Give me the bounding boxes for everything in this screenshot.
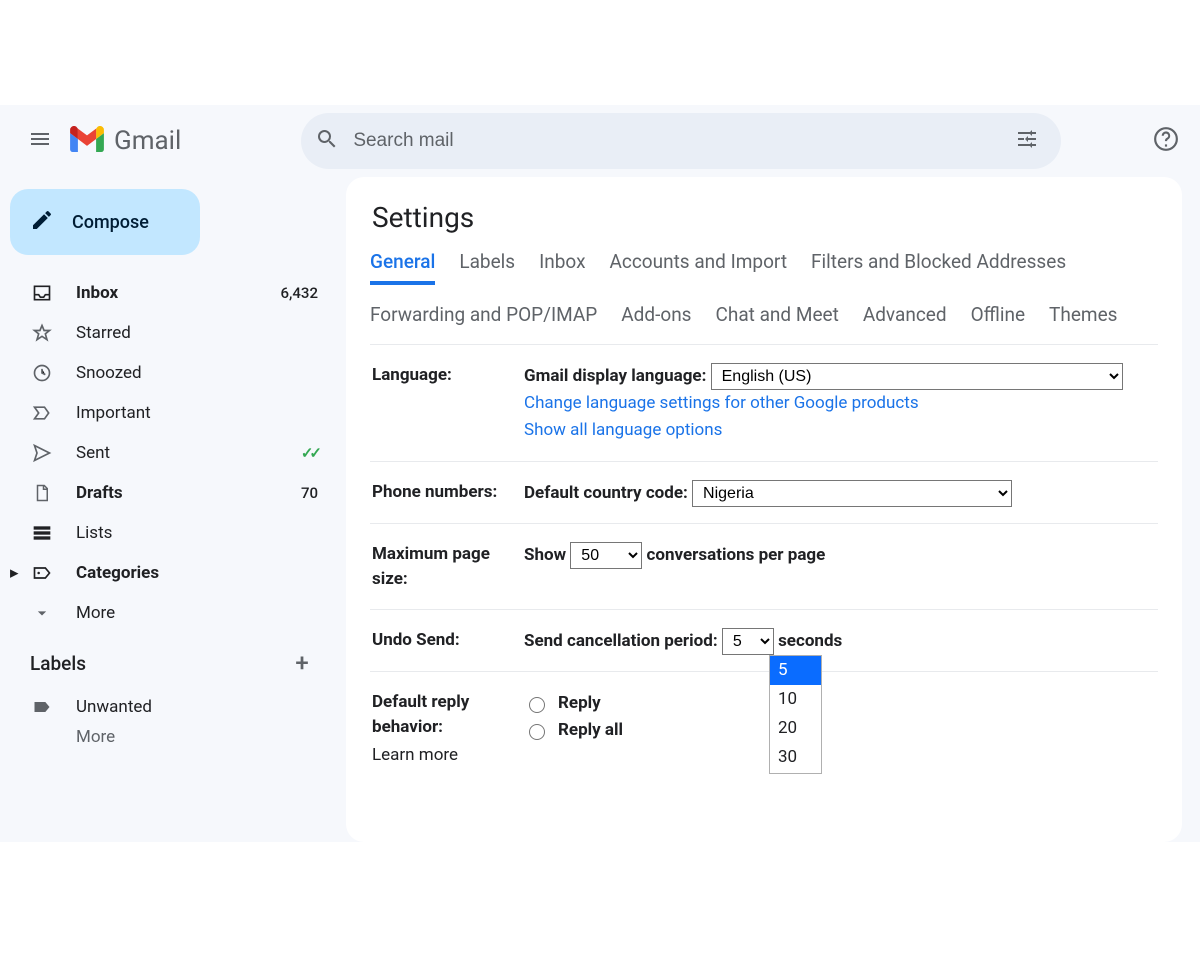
tune-icon: [1015, 127, 1039, 155]
row-label: Undo Send:: [372, 628, 524, 655]
gmail-logo-text: Gmail: [114, 126, 181, 156]
send-icon: [30, 441, 54, 465]
tab-filters-and-blocked-addresses[interactable]: Filters and Blocked Addresses: [811, 250, 1066, 285]
label-item-unwanted[interactable]: Unwanted: [0, 687, 338, 727]
undo-option-20[interactable]: 20: [770, 714, 821, 743]
clock-icon: [30, 361, 54, 385]
reply-all-label: Reply all: [558, 717, 623, 744]
undo-send-dropdown[interactable]: 5102030: [769, 655, 822, 774]
page-size-suffix: conversations per page: [647, 545, 826, 565]
field-label: Send cancellation period:: [524, 631, 718, 651]
settings-row-reply: Default reply behavior: Learn more Reply…: [370, 671, 1158, 785]
show-all-languages-link[interactable]: Show all language options: [524, 420, 722, 440]
search-icon: [315, 127, 339, 155]
sidebar-item-more[interactable]: More: [0, 593, 338, 633]
row-label: Maximum page size:: [372, 542, 524, 593]
undo-option-10[interactable]: 10: [770, 685, 821, 714]
page-size-prefix: Show: [524, 545, 566, 565]
add-label-button[interactable]: +: [288, 649, 316, 677]
sidebar-item-label: Sent: [76, 443, 295, 463]
tab-labels[interactable]: Labels: [459, 250, 515, 285]
plus-icon: +: [295, 649, 308, 677]
change-language-link[interactable]: Change language settings for other Googl…: [524, 393, 919, 413]
row-label: Phone numbers:: [372, 480, 524, 507]
more-icon: [30, 601, 54, 625]
reply-all-radio[interactable]: [529, 724, 545, 740]
hamburger-icon: [28, 127, 52, 155]
sidebar-item-important[interactable]: Important: [0, 393, 338, 433]
undo-option-30[interactable]: 30: [770, 743, 821, 772]
row-label: Default reply behavior: Learn more: [372, 690, 524, 769]
labels-header: Labels: [30, 652, 86, 675]
country-code-select[interactable]: Nigeria: [692, 480, 1012, 507]
sidebar-item-count: 6,432: [281, 284, 318, 302]
sidebar-more-hidden: More: [0, 727, 338, 747]
draft-icon: [30, 481, 54, 505]
learn-more-link[interactable]: Learn more: [372, 743, 524, 769]
gmail-logo-icon: [70, 126, 104, 156]
inbox-icon: [30, 281, 54, 305]
sidebar-item-label: Lists: [76, 523, 318, 543]
label-item-text: Unwanted: [76, 697, 318, 717]
compose-button[interactable]: Compose: [10, 189, 200, 255]
field-label: Default country code:: [524, 483, 688, 503]
field-label: Gmail display language:: [524, 366, 706, 386]
gmail-logo[interactable]: Gmail: [70, 126, 181, 156]
sidebar-item-categories[interactable]: ▸ Categories: [0, 553, 338, 593]
sidebar-item-sent[interactable]: Sent ✓✓: [0, 433, 338, 473]
chevron-right-icon: ▸: [10, 563, 19, 583]
help-icon: [1153, 126, 1179, 156]
reply-label: Reply: [558, 690, 601, 717]
settings-row-page-size: Maximum page size: Show 50 conversations…: [370, 523, 1158, 609]
tab-offline[interactable]: Offline: [971, 303, 1025, 334]
sidebar-item-label: Snoozed: [76, 363, 318, 383]
sidebar-item-lists[interactable]: Lists: [0, 513, 338, 553]
page-title: Settings: [372, 201, 1158, 234]
sidebar-item-starred[interactable]: Starred: [0, 313, 338, 353]
compose-label: Compose: [72, 212, 149, 233]
tab-chat-and-meet[interactable]: Chat and Meet: [716, 303, 839, 334]
tab-themes[interactable]: Themes: [1049, 303, 1117, 334]
undo-send-select[interactable]: 5: [722, 628, 774, 655]
settings-row-phone: Phone numbers: Default country code: Nig…: [370, 461, 1158, 523]
settings-row-undo-send: Undo Send: Send cancellation period: 5 s…: [370, 609, 1158, 671]
sidebar-item-label: More: [76, 603, 318, 623]
tab-accounts-and-import[interactable]: Accounts and Import: [610, 250, 788, 285]
tab-inbox[interactable]: Inbox: [539, 250, 585, 285]
page-size-select[interactable]: 50: [570, 542, 642, 569]
categories-icon: [30, 561, 54, 585]
sidebar-item-count: 70: [301, 484, 318, 502]
sidebar-item-label: Drafts: [76, 483, 301, 503]
tab-add-ons[interactable]: Add-ons: [621, 303, 691, 334]
reply-radio[interactable]: [529, 697, 545, 713]
settings-row-language: Language: Gmail display language: Englis…: [370, 344, 1158, 461]
pencil-icon: [30, 208, 54, 236]
sidebar-item-label: Inbox: [76, 283, 281, 303]
undo-option-5[interactable]: 5: [770, 656, 821, 685]
main-menu-button[interactable]: [16, 117, 64, 165]
help-button[interactable]: [1146, 121, 1186, 161]
important-icon: [30, 401, 54, 425]
sidebar-item-inbox[interactable]: Inbox6,432: [0, 273, 338, 313]
sidebar-item-snoozed[interactable]: Snoozed: [0, 353, 338, 393]
checkmark-icon: ✓✓: [301, 444, 318, 462]
tab-advanced[interactable]: Advanced: [863, 303, 947, 334]
tab-forwarding-and-pop-imap[interactable]: Forwarding and POP/IMAP: [370, 303, 597, 334]
search-options-button[interactable]: [1007, 121, 1047, 161]
undo-suffix: seconds: [778, 631, 842, 651]
star-icon: [30, 321, 54, 345]
lists-icon: [30, 521, 54, 545]
row-label: Language:: [372, 363, 524, 445]
tab-general[interactable]: General: [370, 250, 435, 285]
sidebar-item-label: Important: [76, 403, 318, 423]
sidebar-item-label: Categories: [76, 563, 318, 583]
sidebar-item-drafts[interactable]: Drafts70: [0, 473, 338, 513]
language-select[interactable]: English (US): [711, 363, 1123, 390]
label-icon: [30, 695, 54, 719]
search-bar[interactable]: [301, 113, 1061, 169]
sidebar-item-label: Starred: [76, 323, 318, 343]
search-input[interactable]: [351, 129, 1007, 153]
